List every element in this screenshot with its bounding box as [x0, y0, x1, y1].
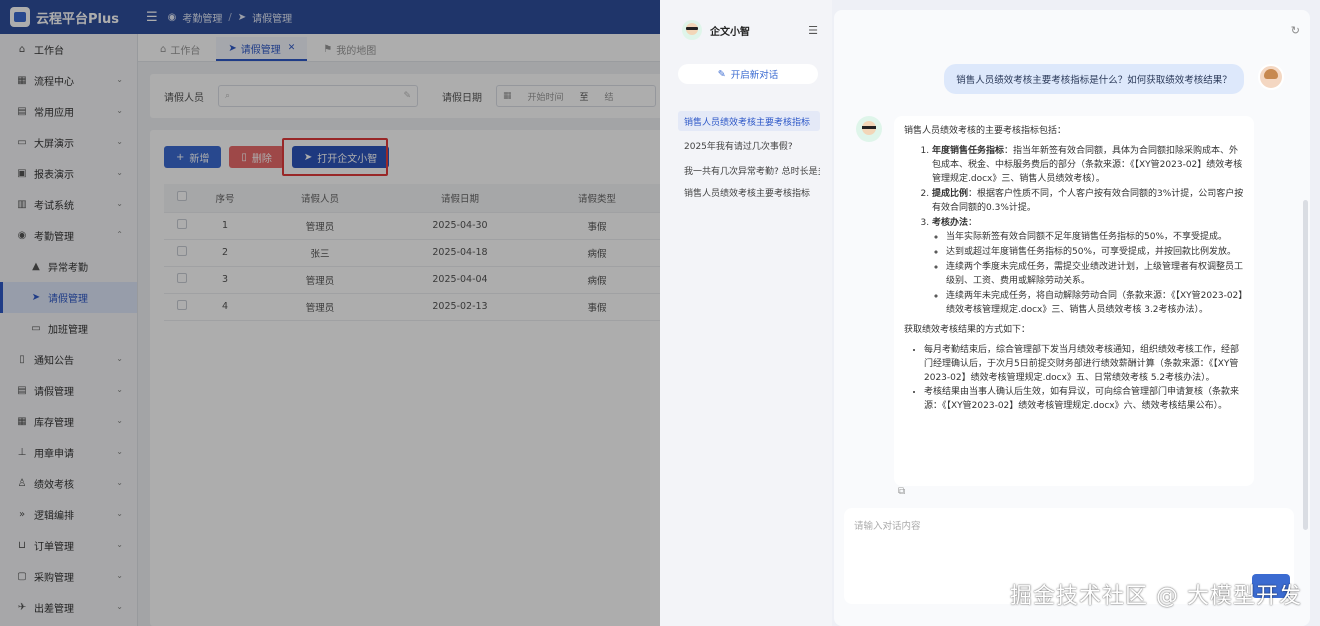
copy-icon[interactable]: ⧉ [898, 486, 905, 497]
answer-item: 考核办法： 当年实际新签有效合同额不足年度销售任务指标的50%，不享受提成。 达… [932, 216, 1244, 317]
method-intro: 获取绩效考核结果的方式如下： [904, 325, 1031, 335]
bot-avatar [682, 20, 702, 40]
edit-icon: ✎ [717, 68, 726, 80]
history-item[interactable]: 我一共有几次异常考勤? 总时长是多少 [678, 160, 820, 180]
bot-name: 企文小智 [710, 26, 750, 38]
answer-item-title: 年度销售任务指标 [932, 146, 1005, 156]
answer-item: 提成比例：根据客户性质不同，个人客户按有效合同额的3%计提，公司客户按有效合同额… [932, 187, 1244, 215]
button-label: 开启新对话 [730, 70, 779, 81]
screen: 云程平台Plus ☰ ◉ 考勤管理 / ➤ 请假管理 ⌂ 工作台 ▦ 流程中心 ⌄ ▤… [0, 0, 1320, 626]
refresh-icon[interactable]: ↻ [1291, 24, 1300, 37]
answer-item: 年度销售任务指标：指当年新签有效合同额，具体为合同额扣除采购成本、外包成本、税金… [932, 144, 1244, 186]
watermark: 掘金技术社区 @ 大模型开发 [1010, 584, 1302, 609]
answer-sublist: 当年实际新签有效合同额不足年度销售任务指标的50%，不享受提成。 达到或超过年度… [946, 230, 1244, 317]
assistant-drawer: 企文小智 ☰ ✎ 开启新对话 销售人员绩效考核主要考核指标 2025年我有请过几… [660, 0, 1320, 626]
answer-intro: 销售人员绩效考核的主要考核指标包括： [904, 126, 1067, 136]
answer-item-title: 考核办法 [932, 218, 969, 228]
answer-item-text: ： [968, 218, 978, 228]
menu-icon[interactable]: ☰ [808, 24, 818, 37]
history-item[interactable]: 2025年我有请过几次事假? [678, 135, 820, 155]
user-message: 销售人员绩效考核主要考核指标是什么？如何获取绩效考核结果？ [944, 64, 1244, 94]
chat-main: ↻ 销售人员绩效考核主要考核指标是什么？如何获取绩效考核结果？ 销售人员绩效考核… [834, 10, 1310, 626]
answer-subitem: 连续两个季度未完成任务，需提交业绩改进计划，上级管理者有权调整员工级别、工资、费… [946, 260, 1244, 288]
history-item[interactable]: 销售人员绩效考核主要考核指标 [678, 182, 820, 202]
answer-list: 年度销售任务指标：指当年新签有效合同额，具体为合同额扣除采购成本、外包成本、税金… [932, 144, 1244, 317]
bot-answer: 销售人员绩效考核的主要考核指标包括： 年度销售任务指标：指当年新签有效合同额，具… [894, 116, 1254, 486]
answer-item-title: 提成比例 [932, 189, 969, 199]
history-item[interactable]: 销售人员绩效考核主要考核指标 [678, 111, 820, 131]
answer-item-text: ：根据客户性质不同，个人客户按有效合同额的3%计提，公司客户按有效合同额的0.3… [932, 189, 1244, 213]
new-chat-button[interactable]: ✎ 开启新对话 [678, 64, 818, 84]
answer-subitem: 达到或超过年度销售任务指标的50%，可享受提成，并按回款比例发放。 [946, 245, 1244, 259]
modal-overlay[interactable] [0, 0, 660, 626]
method-list: 每月考勤结束后，综合管理部下发当月绩效考核通知，组织绩效考核工作，经部门经理确认… [924, 343, 1244, 413]
chat-sidebar: 企文小智 ☰ ✎ 开启新对话 销售人员绩效考核主要考核指标 2025年我有请过几… [660, 0, 832, 626]
answer-subitem: 连续两年未完成任务，将自动解除劳动合同（条款来源：《【XY管2023-02】绩效… [946, 289, 1244, 317]
scrollbar[interactable] [1303, 200, 1308, 530]
bot-message-avatar [856, 116, 882, 142]
answer-subitem: 当年实际新签有效合同额不足年度销售任务指标的50%，不享受提成。 [946, 230, 1244, 244]
method-item: 每月考勤结束后，综合管理部下发当月绩效考核通知，组织绩效考核工作，经部门经理确认… [924, 343, 1244, 385]
method-item: 考核结果由当事人确认后生效，如有异议，可向综合管理部门申请复核（条款来源：《【X… [924, 385, 1244, 413]
user-avatar [1258, 64, 1284, 90]
chat-header: 企文小智 ☰ [660, 0, 832, 60]
admin-app: 云程平台Plus ☰ ◉ 考勤管理 / ➤ 请假管理 ⌂ 工作台 ▦ 流程中心 ⌄ ▤… [0, 0, 660, 626]
